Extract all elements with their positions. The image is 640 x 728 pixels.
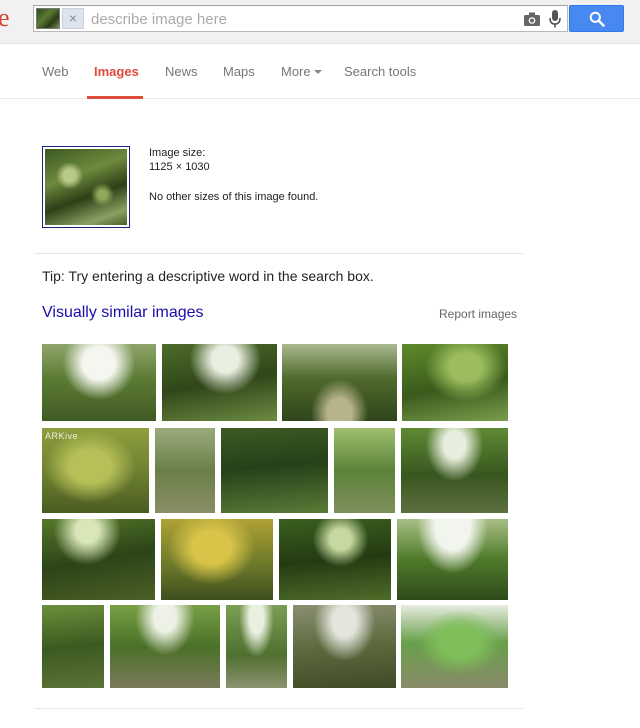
similar-image[interactable] [42,519,155,600]
similar-image[interactable] [161,519,273,600]
tab-web[interactable]: Web [42,64,69,79]
similar-image[interactable]: ARKive [42,428,149,513]
tab-search-tools[interactable]: Search tools [344,64,416,79]
similar-image[interactable] [110,605,220,688]
search-box[interactable]: × [33,5,568,32]
similar-image[interactable] [42,344,156,421]
similar-image[interactable] [162,344,277,421]
image-size-label: Image size: [149,147,206,159]
similar-image[interactable] [334,428,395,513]
magnifier-icon [589,11,605,27]
search-nav: Web Images News Maps More Search tools [0,45,640,99]
search-button[interactable] [569,5,624,32]
tab-maps[interactable]: Maps [223,64,255,79]
visually-similar-link[interactable]: Visually similar images [42,304,204,322]
camera-icon[interactable] [523,11,541,27]
microphone-icon[interactable] [548,9,562,29]
tab-news[interactable]: News [165,64,198,79]
remove-image-button[interactable]: × [62,8,84,29]
google-logo[interactable]: e [0,3,10,33]
chevron-down-icon [313,70,322,74]
section-divider [35,253,523,254]
query-image-thumbnail[interactable] [42,146,130,228]
other-sizes-note: No other sizes of this image found. [149,191,319,203]
tab-images[interactable]: Images [94,64,139,79]
tab-more-label: More [281,64,311,79]
top-bar: e × [0,0,640,44]
similar-image[interactable] [401,605,508,688]
similar-image[interactable] [402,344,508,421]
bottom-divider [35,708,523,709]
similar-image[interactable] [401,428,508,513]
image-dimensions: 1125 × 1030 [149,161,210,173]
similar-image[interactable] [293,605,396,688]
tab-more[interactable]: More [281,64,322,79]
similar-image[interactable] [397,519,508,600]
similar-image[interactable] [42,605,104,688]
similar-image[interactable] [226,605,287,688]
similar-image[interactable] [155,428,215,513]
report-images-link[interactable]: Report images [439,307,517,321]
search-tip: Tip: Try entering a descriptive word in … [42,268,374,284]
active-tab-indicator [87,96,143,99]
similar-image[interactable] [279,519,391,600]
query-image-chip [36,8,60,29]
similar-image[interactable] [221,428,328,513]
similar-image[interactable] [282,344,397,421]
search-input[interactable] [91,9,511,29]
